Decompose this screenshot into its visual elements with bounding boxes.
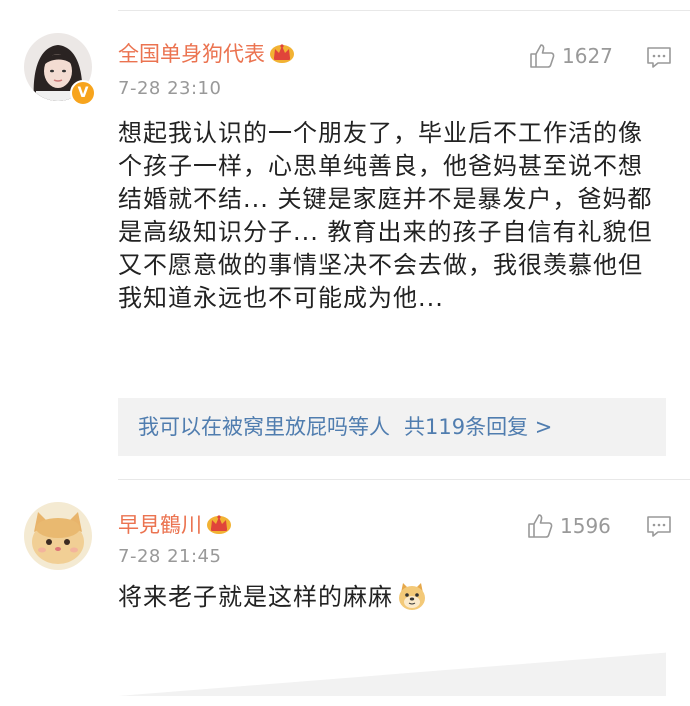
username-text[interactable]: 早見鶴川 <box>118 513 202 537</box>
like-count: 1627 <box>562 44 613 68</box>
reply-preview-box-partial <box>118 634 666 696</box>
username[interactable]: 早見鶴川 <box>118 509 232 539</box>
username-text[interactable]: 全国单身狗代表 <box>118 42 265 66</box>
comment-reply-icon <box>647 516 671 537</box>
comment-body[interactable]: 将来老子就是这样的麻麻 <box>118 581 658 614</box>
crown-badge-icon <box>269 42 295 64</box>
comment-divider <box>118 479 690 480</box>
avatar[interactable] <box>24 502 92 570</box>
verified-badge-icon: V <box>70 80 96 106</box>
reply-preview-user[interactable]: 我可以在被窝里放屁吗等人 <box>138 415 390 439</box>
top-divider <box>118 10 690 11</box>
comment-reply-button[interactable] <box>646 515 672 539</box>
comment-reply-icon <box>647 47 671 68</box>
timestamp: 7-28 23:10 <box>118 78 222 99</box>
comment-body-text[interactable]: 将来老子就是这样的麻麻 <box>118 583 393 611</box>
doge-emoji-icon <box>397 581 427 611</box>
like-thumb-icon <box>528 514 553 538</box>
username[interactable]: 全国单身狗代表 <box>118 38 295 68</box>
like-button[interactable]: 1627 <box>528 42 613 70</box>
like-button[interactable]: 1596 <box>526 512 611 540</box>
reply-preview-box[interactable]: 我可以在被窝里放屁吗等人 共119条回复 > <box>118 398 666 456</box>
comment-reply-button[interactable] <box>646 46 672 70</box>
crown-badge-icon <box>206 513 232 535</box>
cropped-overlay <box>118 634 666 696</box>
like-count: 1596 <box>560 514 611 538</box>
timestamp: 7-28 21:45 <box>118 546 222 567</box>
comment-body[interactable]: 想起我认识的一个朋友了，毕业后不工作活的像个孩子一样，心思单纯善良，他爸妈甚至说… <box>118 117 658 315</box>
reply-count-link[interactable]: 共119条回复 > <box>404 415 552 439</box>
like-thumb-icon <box>530 44 555 68</box>
